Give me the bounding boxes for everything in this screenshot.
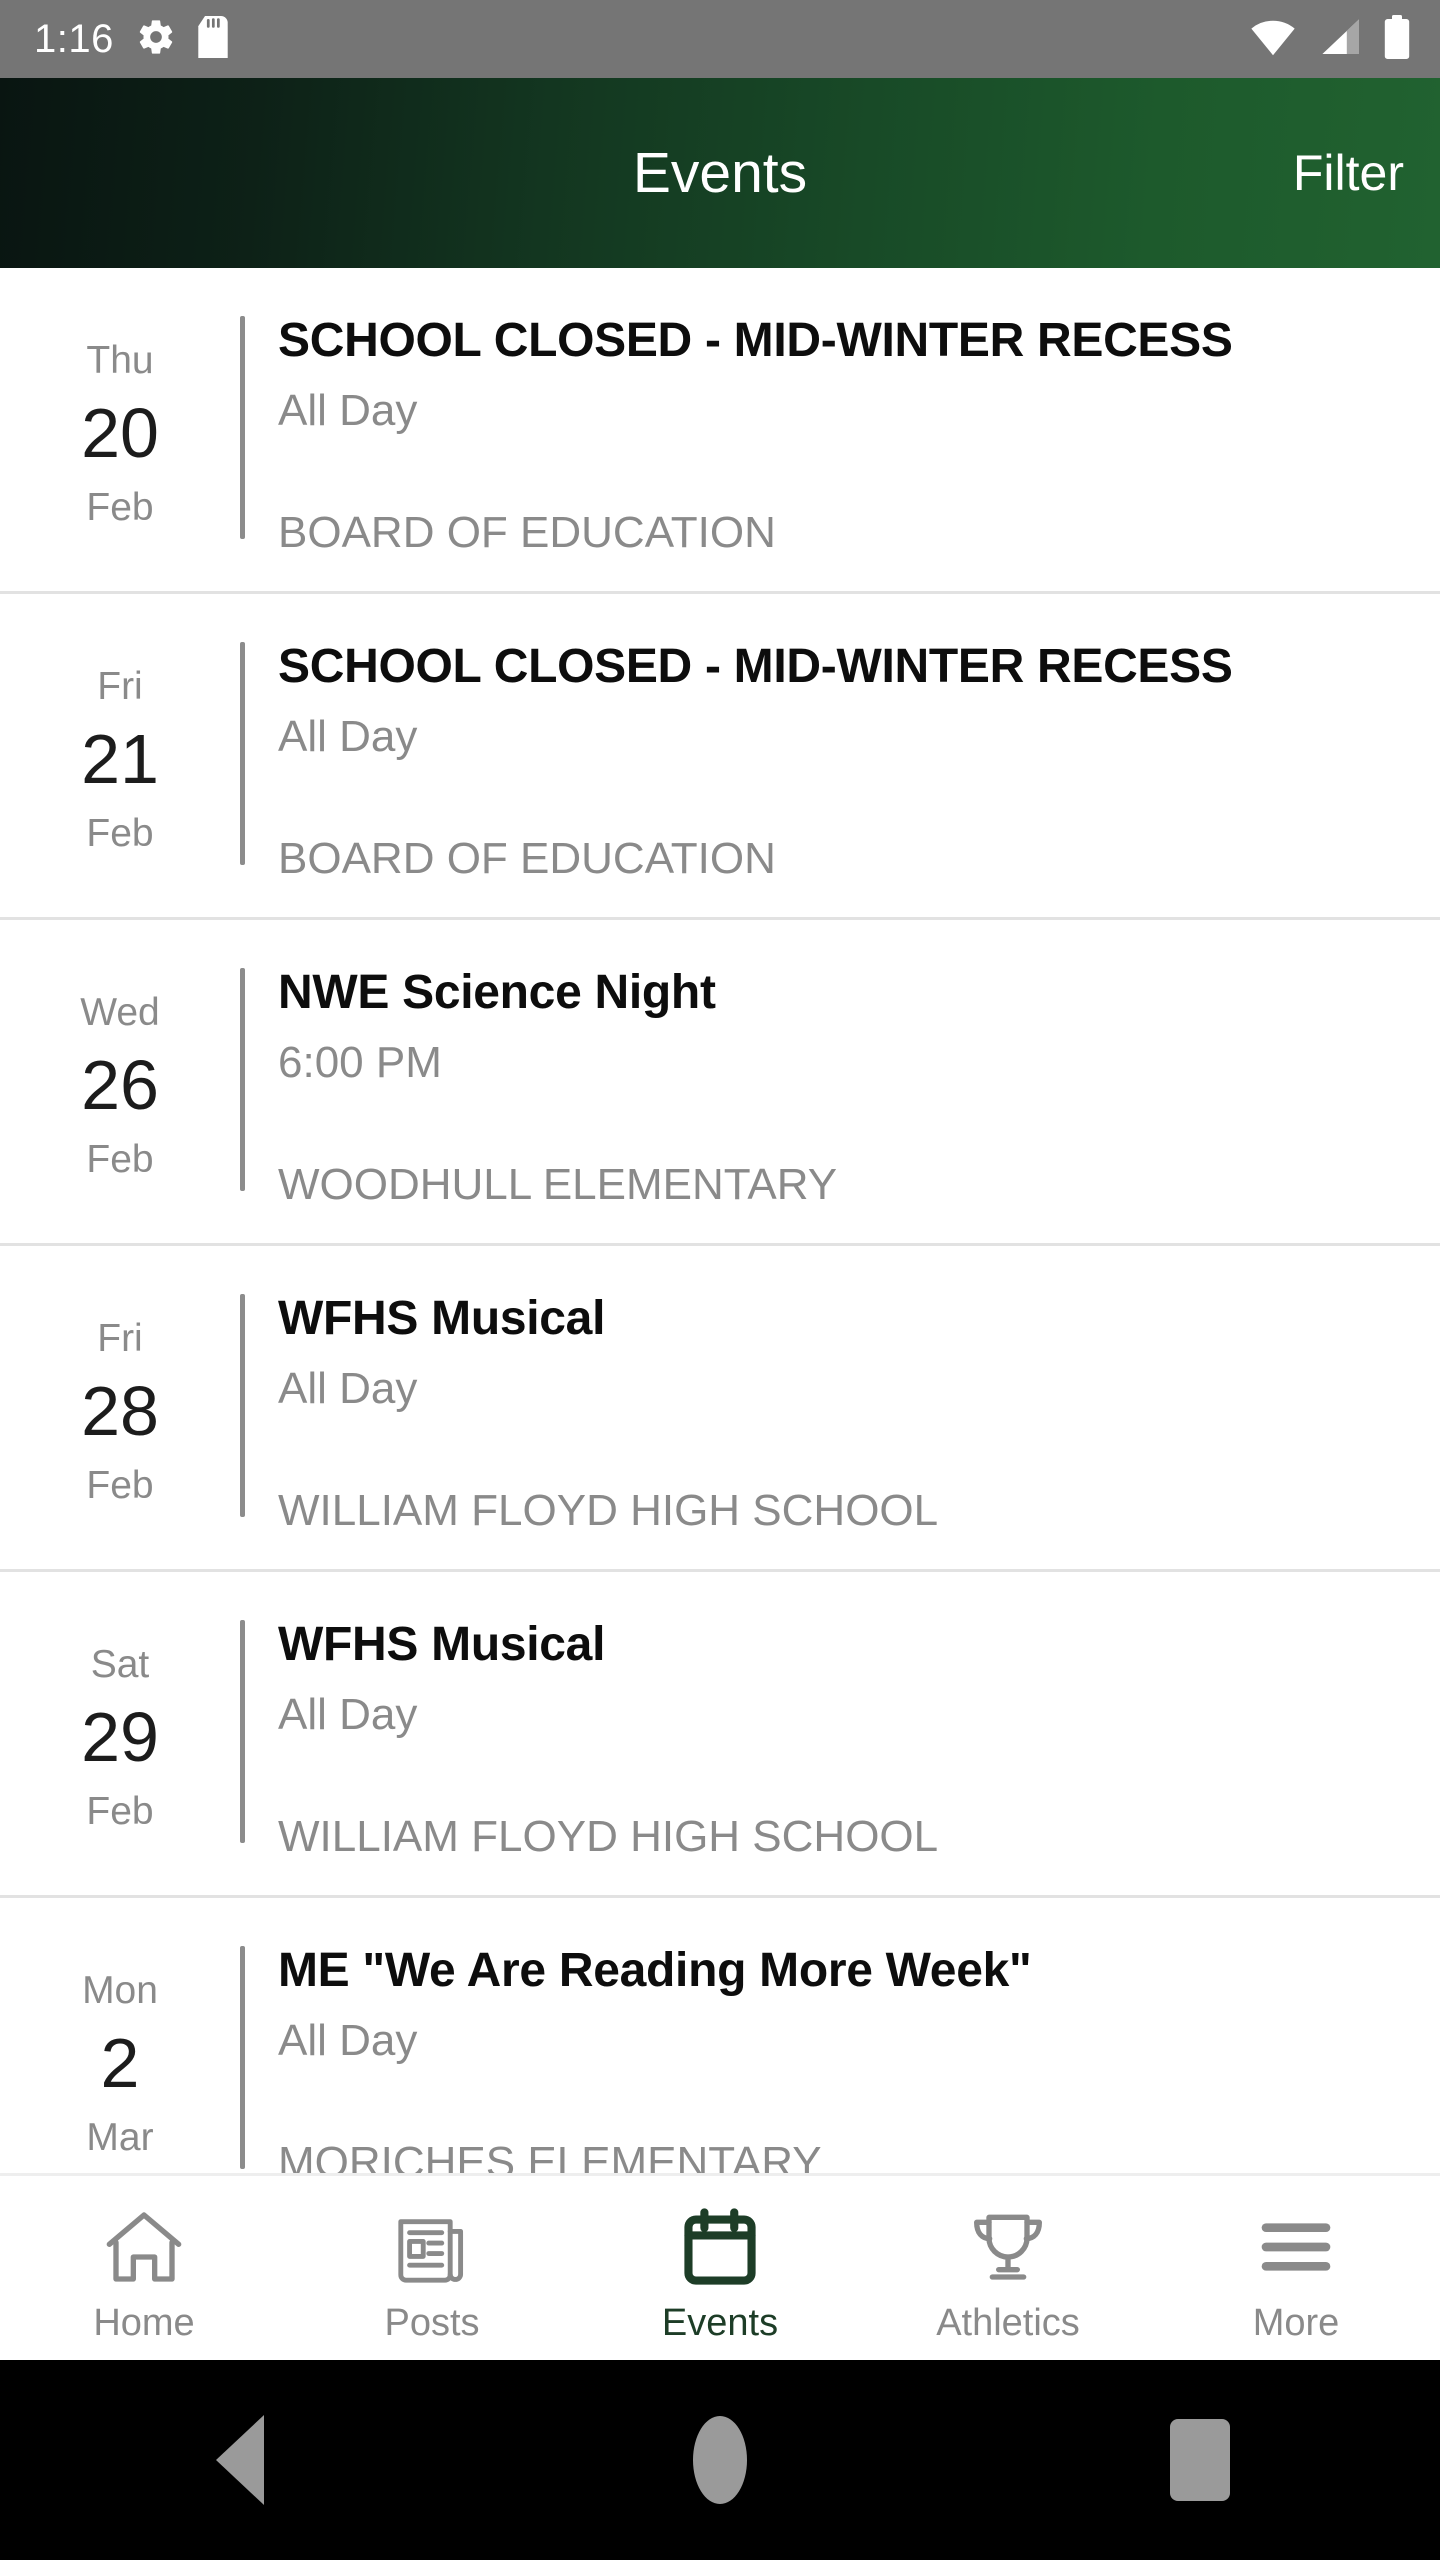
page-title: Events bbox=[632, 140, 808, 205]
event-detail-block: ME "We Are Reading More Week" All Day MO… bbox=[245, 1898, 1440, 2173]
event-title: WFHS Musical bbox=[278, 1294, 606, 1345]
calendar-icon bbox=[682, 2204, 758, 2290]
event-list-item[interactable]: Fri 28 Feb WFHS Musical All Day WILLIAM … bbox=[0, 1246, 1440, 1572]
event-day-number: 21 bbox=[81, 719, 159, 798]
tab-more[interactable]: More bbox=[1152, 2176, 1440, 2360]
event-month: Feb bbox=[86, 811, 154, 855]
event-location: BOARD OF EDUCATION bbox=[278, 836, 776, 881]
filter-button[interactable]: Filter bbox=[1293, 148, 1404, 198]
tab-events[interactable]: Events bbox=[576, 2176, 864, 2360]
home-icon bbox=[104, 2204, 184, 2290]
android-navigation-bar bbox=[0, 2360, 1440, 2560]
tab-label-more: More bbox=[1252, 2302, 1340, 2344]
event-day-of-week: Thu bbox=[86, 338, 154, 382]
event-location: WILLIAM FLOYD HIGH SCHOOL bbox=[278, 1814, 939, 1859]
event-title: NWE Science Night bbox=[278, 968, 716, 1019]
events-list[interactable]: Thu 20 Feb SCHOOL CLOSED - MID-WINTER RE… bbox=[0, 268, 1440, 2173]
event-list-item[interactable]: Fri 21 Feb SCHOOL CLOSED - MID-WINTER RE… bbox=[0, 594, 1440, 920]
event-list-item[interactable]: Thu 20 Feb SCHOOL CLOSED - MID-WINTER RE… bbox=[0, 268, 1440, 594]
event-detail-block: WFHS Musical All Day WILLIAM FLOYD HIGH … bbox=[245, 1572, 1440, 1895]
event-month: Feb bbox=[86, 1137, 154, 1181]
event-time: All Day bbox=[278, 2015, 418, 2065]
event-location: WOODHULL ELEMENTARY bbox=[278, 1162, 838, 1207]
event-date-block: Wed 26 Feb bbox=[0, 920, 240, 1243]
event-time: All Day bbox=[278, 1363, 418, 1413]
recents-square-icon bbox=[1170, 2419, 1230, 2501]
sd-card-icon bbox=[198, 15, 228, 63]
tab-label-athletics: Athletics bbox=[936, 2302, 1080, 2344]
recents-button[interactable] bbox=[960, 2419, 1440, 2501]
event-detail-block: NWE Science Night 6:00 PM WOODHULL ELEME… bbox=[245, 920, 1440, 1243]
event-time: 6:00 PM bbox=[278, 1037, 442, 1087]
tab-label-posts: Posts bbox=[384, 2302, 480, 2344]
status-bar-clock: 1:16 bbox=[34, 17, 114, 61]
event-day-number: 29 bbox=[81, 1697, 159, 1776]
event-list-item[interactable]: Wed 26 Feb NWE Science Night 6:00 PM WOO… bbox=[0, 920, 1440, 1246]
event-day-number: 28 bbox=[81, 1371, 159, 1450]
event-time: All Day bbox=[278, 711, 418, 761]
cell-signal-icon bbox=[1318, 17, 1362, 62]
tab-home[interactable]: Home bbox=[0, 2176, 288, 2360]
event-detail-block: SCHOOL CLOSED - MID-WINTER RECESS All Da… bbox=[245, 268, 1440, 591]
app-bar: Events Filter bbox=[0, 78, 1440, 268]
event-time: All Day bbox=[278, 1689, 418, 1739]
wifi-icon bbox=[1250, 17, 1296, 62]
tab-label-home: Home bbox=[93, 2302, 195, 2344]
event-date-block: Fri 28 Feb bbox=[0, 1246, 240, 1569]
trophy-icon bbox=[968, 2204, 1048, 2290]
status-bar-left-group: 1:16 bbox=[34, 15, 228, 63]
event-day-of-week: Wed bbox=[80, 990, 160, 1034]
event-location: MORICHES ELEMENTARY bbox=[278, 2140, 822, 2173]
back-triangle-icon bbox=[216, 2415, 264, 2505]
event-title: SCHOOL CLOSED - MID-WINTER RECESS bbox=[278, 642, 1233, 693]
home-circle-icon bbox=[693, 2416, 747, 2504]
event-month: Feb bbox=[86, 1789, 154, 1833]
hamburger-menu-icon bbox=[1256, 2204, 1336, 2290]
status-bar-right-group bbox=[1250, 14, 1410, 64]
back-button[interactable] bbox=[0, 2415, 480, 2505]
event-day-number: 20 bbox=[81, 393, 159, 472]
tab-label-events: Events bbox=[661, 2302, 779, 2344]
event-date-block: Thu 20 Feb bbox=[0, 268, 240, 591]
event-list-item[interactable]: Sat 29 Feb WFHS Musical All Day WILLIAM … bbox=[0, 1572, 1440, 1898]
event-month: Feb bbox=[86, 485, 154, 529]
battery-icon bbox=[1384, 14, 1410, 64]
home-button[interactable] bbox=[480, 2416, 960, 2504]
event-date-block: Mon 2 Mar bbox=[0, 1898, 240, 2173]
event-location: BOARD OF EDUCATION bbox=[278, 510, 776, 555]
event-location: WILLIAM FLOYD HIGH SCHOOL bbox=[278, 1488, 939, 1533]
tab-athletics[interactable]: Athletics bbox=[864, 2176, 1152, 2360]
event-day-of-week: Fri bbox=[97, 1316, 143, 1360]
event-day-number: 2 bbox=[100, 2023, 140, 2102]
bottom-tab-bar: Home Posts Events Athletics More bbox=[0, 2173, 1440, 2360]
newspaper-icon bbox=[393, 2204, 471, 2290]
gear-icon bbox=[136, 17, 176, 62]
event-detail-block: WFHS Musical All Day WILLIAM FLOYD HIGH … bbox=[245, 1246, 1440, 1569]
event-day-of-week: Sat bbox=[90, 1642, 150, 1686]
event-title: ME "We Are Reading More Week" bbox=[278, 1946, 1032, 1997]
android-status-bar: 1:16 bbox=[0, 0, 1440, 78]
event-month: Feb bbox=[86, 1463, 154, 1507]
event-day-number: 26 bbox=[81, 1045, 159, 1124]
tab-posts[interactable]: Posts bbox=[288, 2176, 576, 2360]
event-title: WFHS Musical bbox=[278, 1620, 606, 1671]
event-detail-block: SCHOOL CLOSED - MID-WINTER RECESS All Da… bbox=[245, 594, 1440, 917]
event-time: All Day bbox=[278, 385, 418, 435]
event-month: Mar bbox=[86, 2115, 154, 2159]
event-date-block: Sat 29 Feb bbox=[0, 1572, 240, 1895]
event-list-item[interactable]: Mon 2 Mar ME "We Are Reading More Week" … bbox=[0, 1898, 1440, 2173]
event-day-of-week: Fri bbox=[97, 664, 143, 708]
event-date-block: Fri 21 Feb bbox=[0, 594, 240, 917]
event-day-of-week: Mon bbox=[82, 1968, 158, 2012]
event-title: SCHOOL CLOSED - MID-WINTER RECESS bbox=[278, 316, 1233, 367]
